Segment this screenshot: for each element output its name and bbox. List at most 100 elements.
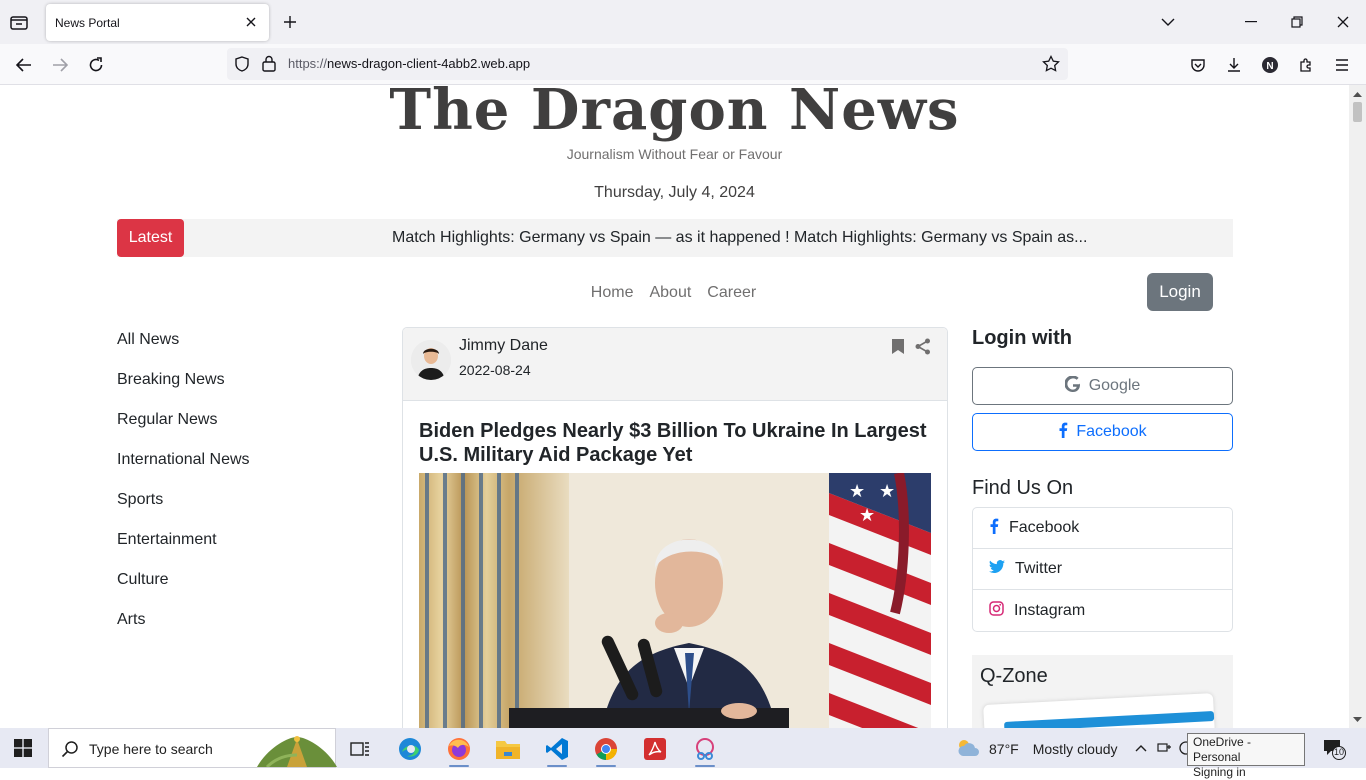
tab-title: News Portal xyxy=(55,15,120,30)
account-avatar-icon[interactable]: N xyxy=(1258,53,1282,77)
search-icon xyxy=(61,740,79,758)
search-placeholder: Type here to search xyxy=(89,741,213,757)
news-card-header: Jimmy Dane 2022-08-24 xyxy=(403,328,947,401)
q-zone-heading: Q-Zone xyxy=(980,665,1048,687)
windows-start-icon[interactable] xyxy=(14,739,32,757)
page-scrollbar[interactable] xyxy=(1349,85,1366,728)
url-scheme: https:// xyxy=(288,56,328,71)
category-culture[interactable]: Culture xyxy=(117,571,250,611)
reload-icon[interactable] xyxy=(84,53,108,77)
scroll-up-arrow-icon[interactable] xyxy=(1352,88,1363,99)
task-view-icon[interactable] xyxy=(345,734,375,764)
scroll-thumb[interactable] xyxy=(1353,102,1362,122)
social-facebook[interactable]: Facebook xyxy=(973,508,1232,549)
bookmark-star-icon[interactable] xyxy=(1042,55,1060,77)
bookmark-icon[interactable] xyxy=(891,338,907,356)
url-host: news-dragon-client-4abb2.web.app xyxy=(327,56,531,71)
tab-list-icon[interactable] xyxy=(8,11,30,33)
google-login-button[interactable]: Google xyxy=(972,367,1233,405)
q-zone-card[interactable] xyxy=(983,693,1215,728)
acrobat-icon[interactable] xyxy=(640,734,670,764)
login-button[interactable]: Login xyxy=(1147,273,1213,311)
google-login-label: Google xyxy=(1088,377,1141,394)
pocket-icon[interactable] xyxy=(1186,53,1210,77)
category-breaking-news[interactable]: Breaking News xyxy=(117,371,250,411)
url-text: https://news-dragon-client-4abb2.web.app xyxy=(288,56,530,71)
article-image[interactable]: ★ ★ ★ xyxy=(419,473,931,728)
shield-icon[interactable] xyxy=(234,56,250,77)
social-twitter[interactable]: Twitter xyxy=(973,549,1232,590)
hamburger-menu-icon[interactable] xyxy=(1330,53,1354,77)
ticker-headline[interactable]: Match Highlights: Germany vs Spain — as … xyxy=(392,229,1087,247)
vscode-icon[interactable] xyxy=(542,734,572,764)
search-highlight-image xyxy=(257,731,337,769)
lock-icon[interactable] xyxy=(262,55,276,77)
file-explorer-icon[interactable] xyxy=(493,734,523,764)
browser-tab[interactable]: News Portal xyxy=(46,4,269,41)
category-sports[interactable]: Sports xyxy=(117,491,250,531)
close-tab-icon[interactable] xyxy=(243,14,259,30)
social-instagram-label: Instagram xyxy=(1014,601,1086,619)
site-tagline: Journalism Without Fear or Favour xyxy=(566,146,783,162)
weather-widget[interactable]: 87°F Mostly cloudy xyxy=(955,737,1118,760)
q-zone: Q-Zone xyxy=(972,655,1233,728)
instagram-icon xyxy=(989,600,1004,621)
onedrive-tooltip: OneDrive - Personal Signing in xyxy=(1187,733,1305,779)
forward-arrow-icon[interactable] xyxy=(48,53,72,77)
share-icon[interactable] xyxy=(915,338,931,356)
social-instagram[interactable]: Instagram xyxy=(973,590,1232,631)
find-us-heading: Find Us On xyxy=(972,477,1074,499)
restore-icon[interactable] xyxy=(1287,12,1307,32)
minimize-icon[interactable] xyxy=(1241,12,1261,32)
browser-toolbar: https://news-dragon-client-4abb2.web.app… xyxy=(0,44,1366,85)
taskbar-search[interactable]: Type here to search xyxy=(48,728,337,769)
snipping-tool-icon[interactable] xyxy=(690,734,720,764)
latest-button[interactable]: Latest xyxy=(117,219,184,257)
category-international-news[interactable]: International News xyxy=(117,451,250,491)
category-arts[interactable]: Arts xyxy=(117,611,250,651)
facebook-icon xyxy=(989,518,999,539)
download-icon[interactable] xyxy=(1222,53,1246,77)
news-card: Jimmy Dane 2022-08-24 Biden Pledges Near… xyxy=(402,327,948,728)
network-icon[interactable] xyxy=(1157,740,1173,756)
chrome-icon[interactable] xyxy=(591,734,621,764)
site-logo[interactable]: The Dragon News xyxy=(0,85,1349,143)
publish-date: 2022-08-24 xyxy=(459,362,531,378)
category-regular-news[interactable]: Regular News xyxy=(117,411,250,451)
twitter-icon xyxy=(989,559,1005,579)
nav-career[interactable]: Career xyxy=(707,284,756,302)
firefox-icon[interactable] xyxy=(444,734,474,764)
url-bar[interactable]: https://news-dragon-client-4abb2.web.app xyxy=(227,48,1068,80)
author-avatar xyxy=(411,340,451,380)
login-with-heading: Login with xyxy=(972,327,1072,349)
facebook-icon xyxy=(1058,422,1068,443)
browser-tabstrip: News Portal xyxy=(0,0,1366,44)
nav-about[interactable]: About xyxy=(649,284,691,302)
back-arrow-icon[interactable] xyxy=(12,53,36,77)
social-twitter-label: Twitter xyxy=(1015,560,1063,577)
temperature: 87°F xyxy=(989,740,1019,757)
category-list: All News Breaking News Regular News Inte… xyxy=(117,331,250,651)
tooltip-line-2: Signing in xyxy=(1193,765,1246,779)
taskbar: Type here to search 87°F Mostly cloudy 1… xyxy=(0,728,1366,769)
weather-condition: Mostly cloudy xyxy=(1032,740,1118,757)
scroll-down-arrow-icon[interactable] xyxy=(1352,714,1363,725)
category-all-news[interactable]: All News xyxy=(117,331,250,371)
facebook-login-label: Facebook xyxy=(1076,423,1147,440)
article-title[interactable]: Biden Pledges Nearly $3 Billion To Ukrai… xyxy=(419,419,931,467)
tray-chevron-up-icon[interactable] xyxy=(1133,740,1149,756)
facebook-login-button[interactable]: Facebook xyxy=(972,413,1233,451)
new-tab-icon[interactable] xyxy=(280,12,300,32)
tab-overflow-chevron-icon[interactable] xyxy=(1158,12,1178,32)
close-window-icon[interactable] xyxy=(1333,12,1353,32)
svg-text:★: ★ xyxy=(879,481,895,501)
category-entertainment[interactable]: Entertainment xyxy=(117,531,250,571)
svg-text:★: ★ xyxy=(849,481,865,501)
google-icon xyxy=(1064,374,1081,397)
notification-center-icon[interactable]: 10 xyxy=(1322,738,1346,760)
right-sidebar: Login with Google Facebook Find Us On Fa… xyxy=(972,327,1233,728)
notification-count: 10 xyxy=(1334,747,1345,757)
edge-icon[interactable] xyxy=(395,734,425,764)
extensions-icon[interactable] xyxy=(1294,53,1318,77)
nav-home[interactable]: Home xyxy=(591,284,634,302)
